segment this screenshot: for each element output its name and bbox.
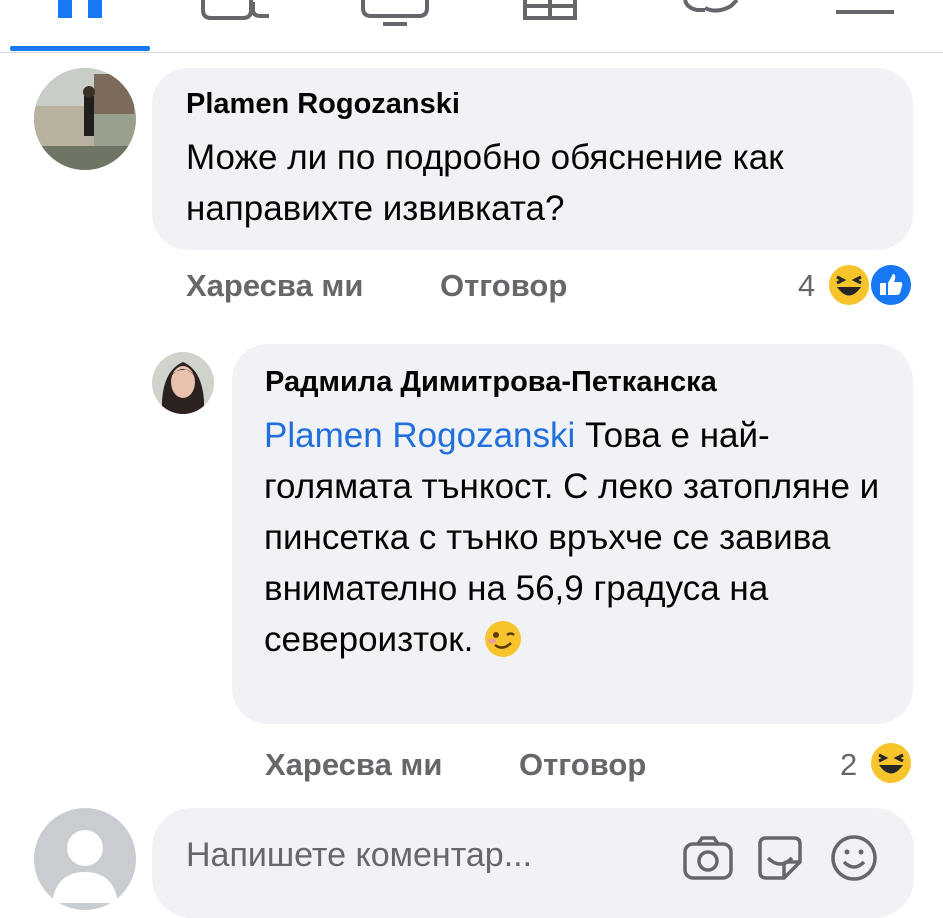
reply-actions: Харесва ми Отговор bbox=[265, 747, 765, 787]
mention-link[interactable]: Plamen Rogozanski bbox=[264, 416, 575, 455]
reaction-count[interactable]: 2 bbox=[840, 747, 857, 783]
menu-icon[interactable] bbox=[830, 0, 900, 50]
friends-icon[interactable] bbox=[195, 0, 275, 50]
comment-actions: Харесва ми Отговор bbox=[186, 268, 686, 308]
avatar[interactable] bbox=[152, 352, 214, 414]
comment-text: Може ли по подробно обяснение как направ… bbox=[186, 138, 784, 228]
avatar[interactable] bbox=[34, 68, 136, 170]
notifications-icon[interactable] bbox=[675, 0, 755, 50]
sticker-icon[interactable] bbox=[752, 830, 808, 886]
reply-text: Plamen Rogozanski Това е най-голямата тъ… bbox=[264, 410, 884, 665]
wink-emoji bbox=[483, 619, 523, 659]
like-icon bbox=[868, 262, 914, 308]
home-icon[interactable] bbox=[40, 0, 120, 50]
like-button[interactable]: Харесва ми bbox=[186, 268, 363, 304]
reaction-count[interactable]: 4 bbox=[798, 268, 815, 304]
marketplace-icon[interactable] bbox=[515, 0, 585, 50]
reply-button[interactable]: Отговор bbox=[519, 747, 646, 783]
watch-icon[interactable] bbox=[355, 0, 435, 50]
like-button[interactable]: Харесва ми bbox=[265, 747, 442, 783]
reply-author[interactable]: Радмила Димитрова-Петканска bbox=[265, 366, 717, 399]
avatar bbox=[34, 808, 136, 910]
reply-button[interactable]: Отговор bbox=[440, 268, 567, 304]
camera-icon[interactable] bbox=[680, 830, 736, 886]
emoji-icon[interactable] bbox=[826, 830, 882, 886]
comment-input[interactable] bbox=[186, 836, 626, 875]
haha-icon bbox=[826, 262, 872, 308]
nav-divider bbox=[0, 52, 943, 53]
top-nav bbox=[0, 0, 943, 54]
haha-icon bbox=[868, 740, 914, 786]
comment-author[interactable]: Plamen Rogozanski bbox=[186, 88, 460, 121]
active-tab-indicator bbox=[10, 46, 150, 51]
